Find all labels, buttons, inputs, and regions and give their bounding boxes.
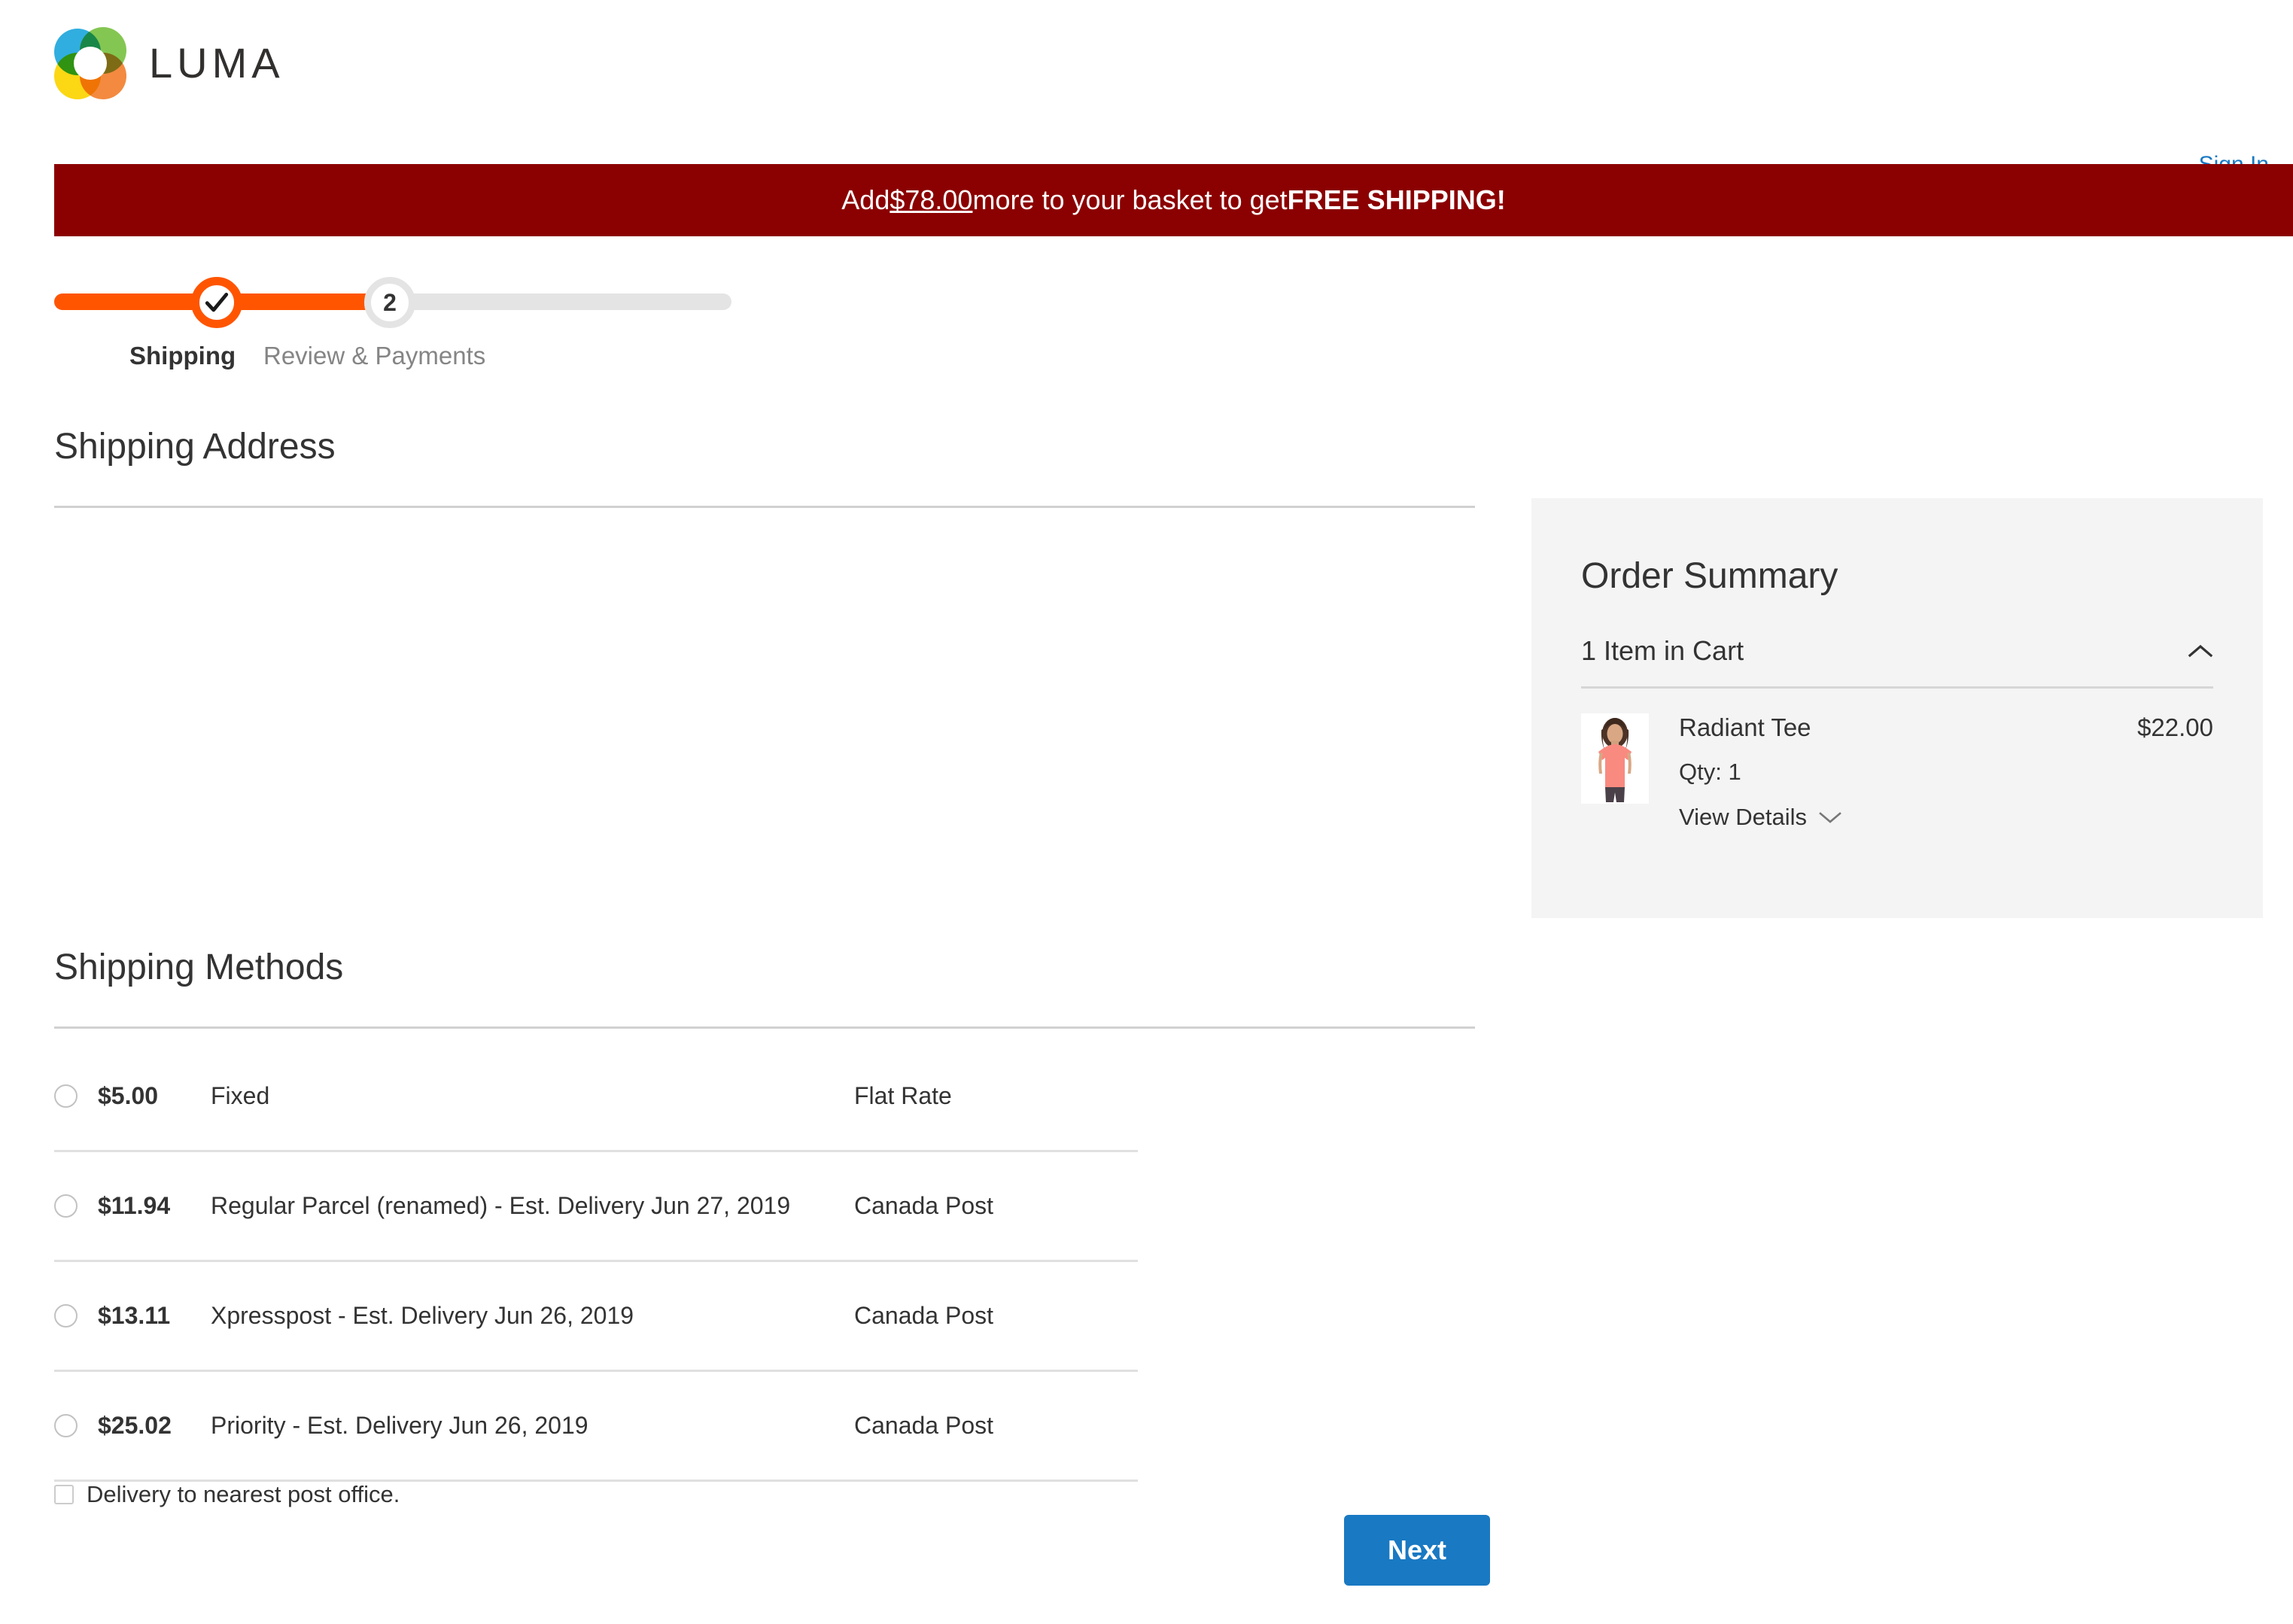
order-summary-divider (1581, 686, 2213, 689)
luma-logo-icon (54, 27, 126, 99)
shipping-methods-heading: Shipping Methods (54, 947, 344, 987)
view-details-label: View Details (1679, 804, 1808, 830)
list-item: Radiant Tee $22.00 Qty: 1 View Details (1581, 713, 2213, 831)
logo-center-hole (74, 47, 107, 80)
banner-amount: $78.00 (890, 184, 973, 215)
page-header: LUMA Sign In (0, 0, 2293, 177)
luma-logo[interactable]: LUMA (54, 27, 284, 99)
next-button[interactable]: Next (1344, 1515, 1490, 1586)
shipping-method-price: $13.11 (98, 1302, 171, 1329)
shipping-method-name: Priority - Est. Delivery Jun 26, 2019 (211, 1412, 588, 1439)
order-summary-panel: Order Summary 1 Item in Cart Radiant Tee… (1531, 498, 2263, 918)
table-row[interactable]: $5.00 Fixed Flat Rate (54, 1042, 1138, 1152)
shipping-method-carrier: Flat Rate (854, 1082, 952, 1109)
free-shipping-banner: Add $78.00 more to your basket to get FR… (54, 164, 2293, 236)
shipping-methods-table: $5.00 Fixed Flat Rate $11.94 Regular Par… (54, 1042, 1138, 1482)
chevron-up-icon[interactable] (2188, 643, 2213, 658)
shipping-method-radio[interactable] (54, 1304, 78, 1327)
shipping-method-price: $5.00 (98, 1082, 159, 1109)
product-image (1581, 713, 1649, 804)
banner-prefix: Add (841, 184, 890, 215)
shipping-method-carrier: Canada Post (854, 1192, 994, 1219)
chevron-down-icon[interactable] (1817, 810, 1843, 825)
table-row[interactable]: $11.94 Regular Parcel (renamed) - Est. D… (54, 1152, 1138, 1262)
shipping-method-carrier: Canada Post (854, 1412, 994, 1439)
shipping-address-divider (54, 506, 1475, 508)
cart-item-count-row[interactable]: 1 Item in Cart (1581, 635, 2213, 667)
banner-emphasis: FREE SHIPPING! (1287, 184, 1506, 215)
post-office-checkbox[interactable] (54, 1485, 74, 1504)
checkout-page: LUMA Sign In Add $78.00 more to your bas… (0, 0, 2293, 1624)
step-label-shipping[interactable]: Shipping (129, 342, 236, 370)
shipping-method-price: $11.94 (98, 1192, 171, 1219)
shipping-method-name: Regular Parcel (renamed) - Est. Delivery… (211, 1192, 791, 1219)
cart-item-count: 1 Item in Cart (1581, 635, 1744, 666)
product-info: Radiant Tee $22.00 Qty: 1 View Details (1649, 713, 2213, 831)
shipping-method-carrier: Canada Post (854, 1302, 994, 1329)
shipping-methods-divider (54, 1026, 1475, 1029)
shipping-method-radio[interactable] (54, 1084, 78, 1108)
table-row[interactable]: $25.02 Priority - Est. Delivery Jun 26, … (54, 1372, 1138, 1482)
table-row[interactable]: $13.11 Xpresspost - Est. Delivery Jun 26… (54, 1262, 1138, 1372)
shipping-method-name: Fixed (211, 1082, 270, 1109)
post-office-label: Delivery to nearest post office. (87, 1481, 400, 1507)
product-thumbnail (1581, 713, 1649, 804)
step-label-review-payments[interactable]: Review & Payments (263, 342, 485, 370)
shipping-method-radio[interactable] (54, 1194, 78, 1218)
product-name: Radiant Tee (1679, 713, 1811, 741)
step-bullet-shipping[interactable] (191, 277, 242, 328)
check-icon (205, 292, 229, 312)
checkout-progress-bar: 2 Shipping Review & Payments (54, 277, 777, 382)
shipping-method-radio[interactable] (54, 1414, 78, 1437)
product-price: $22.00 (2137, 713, 2213, 741)
shipping-method-name: Xpresspost - Est. Delivery Jun 26, 2019 (211, 1302, 634, 1329)
brand-name: LUMA (149, 39, 284, 87)
step-bullet-review-payments[interactable]: 2 (364, 277, 415, 328)
post-office-delivery-option[interactable]: Delivery to nearest post office. (54, 1481, 400, 1508)
view-details-toggle[interactable]: View Details (1679, 804, 1843, 831)
shipping-method-price: $25.02 (98, 1412, 172, 1439)
shipping-address-heading: Shipping Address (54, 427, 336, 467)
banner-middle: more to your basket to get (972, 184, 1288, 215)
product-quantity: Qty: 1 (1679, 759, 1741, 785)
order-summary-heading: Order Summary (1581, 556, 1838, 596)
